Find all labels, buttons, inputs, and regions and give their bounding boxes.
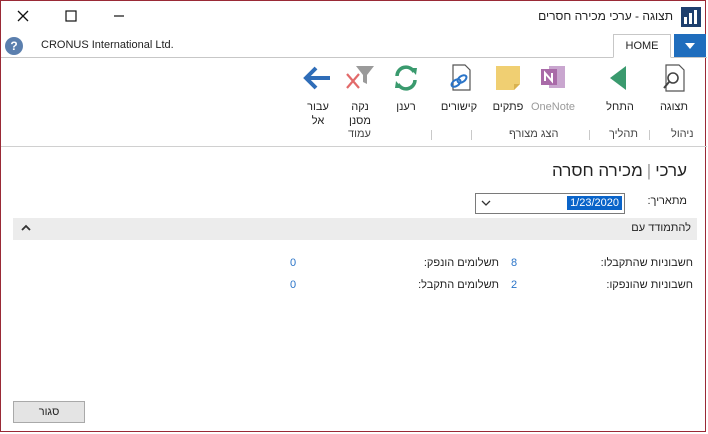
title-bar: תצוגה - ערכי מכירה חסרים: [1, 1, 707, 33]
app-logo-icon: [681, 7, 701, 27]
menu-bar: ? CRONUS International Ltd. HOME: [1, 33, 707, 58]
minimize-window-button[interactable]: [107, 5, 131, 27]
arrow-left-icon: [303, 66, 330, 90]
maximize-icon: [65, 10, 77, 22]
chevron-down-icon: [685, 42, 695, 49]
link-document-icon: [450, 64, 471, 91]
group-label-manage: ניהול: [671, 128, 694, 140]
date-value[interactable]: 1/23/2020: [567, 196, 622, 210]
cue-value[interactable]: 8: [511, 257, 517, 269]
close-icon: [17, 10, 29, 22]
fasttab-header[interactable]: להתמודד עם: [13, 218, 697, 240]
clear-filter-icon: [346, 66, 374, 89]
close-window-button[interactable]: [11, 5, 35, 27]
ribbon: תצוגה התחל OneNote פתקים קישורים רענן נק…: [1, 58, 707, 147]
group-label-show-attached: הצג מצורף: [509, 128, 559, 140]
company-name: CRONUS International Ltd.: [41, 39, 174, 51]
chevron-down-icon[interactable]: [480, 196, 492, 210]
onenote-icon: [541, 66, 565, 88]
sticky-note-icon: [496, 66, 520, 90]
cue-label: תשלומים הונפק:: [423, 257, 499, 269]
view-button[interactable]: תצוגה: [653, 62, 695, 122]
fasttab-title: להתמודד עם: [631, 222, 691, 234]
clear-filter-button[interactable]: נקה מסנן: [341, 62, 379, 127]
page-title: ערכי|מכירה חסרה: [551, 161, 687, 180]
refresh-icon: [395, 65, 417, 91]
cue-label: חשבוניות שהונפקו:: [606, 279, 693, 291]
maximize-window-button[interactable]: [59, 5, 83, 27]
ribbon-separator: [471, 130, 472, 140]
start-button[interactable]: התחל: [599, 62, 641, 122]
refresh-button[interactable]: רענן: [389, 62, 423, 122]
app-window: תצוגה - ערכי מכירה חסרים ? CRONUS Intern…: [0, 0, 707, 432]
date-label: מתאריך:: [647, 195, 687, 207]
notes-button[interactable]: פתקים: [489, 62, 527, 122]
tab-home[interactable]: HOME: [613, 34, 671, 58]
help-button[interactable]: ?: [5, 37, 23, 55]
links-button[interactable]: קישורים: [437, 62, 481, 122]
date-combobox[interactable]: 1/23/2020: [475, 193, 625, 214]
cue-label: חשבוניות שהתקבלו:: [600, 257, 693, 269]
goto-button[interactable]: עבור אל: [299, 62, 337, 127]
ribbon-separator: [431, 130, 432, 140]
cue-label: תשלומים התקבל:: [418, 279, 499, 291]
chevron-up-icon[interactable]: [21, 223, 31, 233]
close-button[interactable]: סגור: [13, 401, 85, 423]
app-menu-button[interactable]: [674, 34, 706, 57]
magnifier-document-icon: [663, 64, 685, 92]
cue-value[interactable]: 0: [290, 257, 296, 269]
ribbon-separator: [589, 130, 590, 140]
group-label-page: עמוד: [348, 128, 371, 140]
group-label-process: תהליך: [609, 128, 638, 140]
cue-value[interactable]: 0: [290, 279, 296, 291]
onenote-button[interactable]: OneNote: [527, 62, 579, 122]
cue-value[interactable]: 2: [511, 279, 517, 291]
play-icon: [610, 66, 626, 90]
question-icon: ?: [10, 39, 18, 53]
ribbon-separator: [649, 130, 650, 140]
window-title: תצוגה - ערכי מכירה חסרים: [538, 9, 673, 23]
minimize-icon: [114, 15, 124, 17]
